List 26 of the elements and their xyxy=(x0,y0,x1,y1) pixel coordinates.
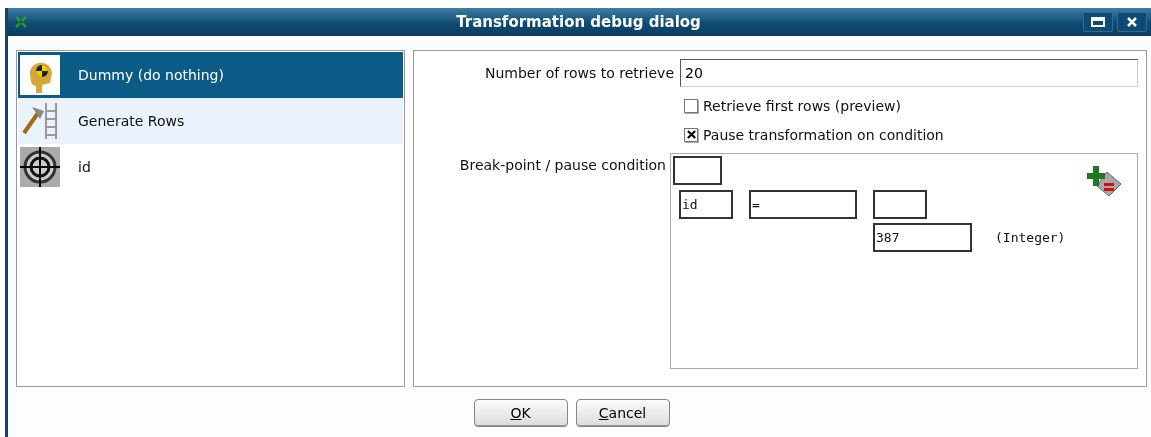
maximize-button[interactable] xyxy=(1083,12,1113,32)
checkbox-label[interactable]: Retrieve first rows (preview) xyxy=(703,97,901,114)
dialog-button[interactable]: Cancel xyxy=(575,399,670,427)
close-button[interactable] xyxy=(1117,12,1147,32)
window-title: Transformation debug dialog xyxy=(455,13,702,31)
head-icon xyxy=(20,55,60,95)
condition-input-field[interactable] xyxy=(674,157,721,184)
compare-field-input[interactable] xyxy=(874,191,926,218)
checkbox[interactable] xyxy=(684,98,698,113)
checkbox[interactable] xyxy=(684,127,698,142)
step-item[interactable]: Dummy (do nothing) xyxy=(18,52,403,98)
dialog-button[interactable]: OK xyxy=(473,399,568,427)
step-item[interactable]: Generate Rows xyxy=(18,98,403,144)
value-type: (Integer) xyxy=(995,230,1066,245)
operator-input[interactable]: = xyxy=(750,191,856,218)
maximize-icon xyxy=(1091,17,1105,27)
value-input[interactable]: 387 xyxy=(874,224,971,251)
app-icon xyxy=(14,15,28,29)
checkbox-label[interactable]: Pause transformation on condition xyxy=(703,126,944,143)
close-icon xyxy=(1127,17,1137,27)
hammer-ladder-icon xyxy=(20,101,60,141)
field-name-input[interactable]: id xyxy=(680,191,732,218)
step-item[interactable]: id xyxy=(18,144,403,190)
condition-label: Break-point / pause condition xyxy=(458,156,667,173)
rows-input-field[interactable]: 20 xyxy=(680,59,1138,87)
rows-label: Number of rows to retrieve xyxy=(483,65,675,81)
